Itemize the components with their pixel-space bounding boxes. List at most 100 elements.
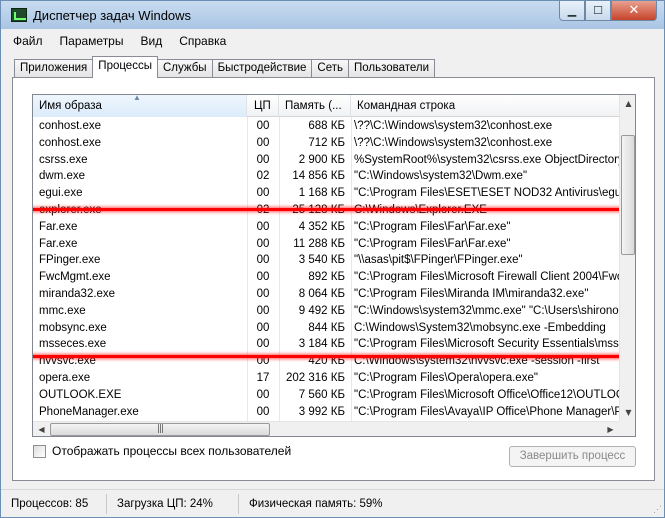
process-row[interactable]: mobsync.exe 00 844 КБ C:\Windows\System32\m… bbox=[33, 320, 619, 337]
process-cpu: 00 bbox=[256, 220, 270, 233]
process-cpu: 00 bbox=[256, 288, 270, 300]
process-cpu: 00 bbox=[256, 120, 270, 132]
process-command-line: "\\asas\pit$\FPinger\FPinger.exe" bbox=[354, 254, 523, 267]
process-name: csrss.exe bbox=[39, 153, 88, 166]
column-header-memory[interactable]: Память (... bbox=[279, 95, 351, 117]
tab-services[interactable]: Службы bbox=[156, 59, 213, 78]
show-all-users-toggle[interactable]: Отображать процессы всех пользователей bbox=[33, 444, 291, 458]
process-row[interactable]: OUTLOOK.EXE 00 7 560 КБ "C:\Program Files\M… bbox=[33, 387, 619, 404]
process-row[interactable]: dwm.exe 02 14 856 КБ "C:\Windows\system32\D… bbox=[33, 168, 619, 185]
process-name: conhost.exe bbox=[39, 136, 102, 149]
process-name: OUTLOOK.EXE bbox=[39, 388, 122, 401]
process-row[interactable]: msseces.exe 00 3 184 КБ "C:\Program Files\M… bbox=[33, 336, 619, 353]
process-name: conhost.exe bbox=[39, 120, 102, 132]
process-memory: 202 316 КБ bbox=[285, 372, 345, 384]
menu-view[interactable]: Вид bbox=[140, 34, 162, 48]
process-memory: 1 168 КБ bbox=[298, 187, 345, 200]
menu-bar: Файл Параметры Вид Справка bbox=[7, 31, 237, 51]
close-button[interactable]: ✕ bbox=[611, 1, 657, 21]
process-memory: 8 064 КБ bbox=[298, 288, 345, 300]
process-command-line: \??\C:\Windows\system32\conhost.exe bbox=[354, 136, 553, 149]
process-row[interactable]: mmc.exe 00 9 492 КБ "C:\Windows\system32\mm… bbox=[33, 303, 619, 320]
process-command-line: "C:\Program Files\Miranda IM\miranda32.e… bbox=[354, 288, 589, 300]
end-process-button[interactable]: Завершить процесс bbox=[509, 446, 636, 467]
tab-processes[interactable]: Процессы bbox=[92, 56, 158, 78]
process-row[interactable]: PhoneManager.exe 00 3 992 КБ "C:\Program Fi… bbox=[33, 404, 619, 421]
process-command-line: "C:\Program Files\Microsoft Firewall Cli… bbox=[354, 271, 619, 284]
process-command-line: "C:\Windows\system32\mmc.exe" "C:\Users\… bbox=[354, 304, 619, 317]
process-memory: 3 992 КБ bbox=[298, 405, 345, 418]
process-command-line: "C:\Program Files\Far\Far.exe" bbox=[354, 220, 511, 233]
process-command-line: \??\C:\Windows\system32\conhost.exe bbox=[354, 120, 553, 132]
task-manager-window: Диспетчер задач Windows ▁ ☐ ✕ Файл Парам… bbox=[0, 0, 665, 518]
resize-grip-icon[interactable]: ⋰ bbox=[653, 504, 662, 515]
tab-users[interactable]: Пользователи bbox=[348, 59, 436, 78]
column-header-cpu[interactable]: ЦП bbox=[247, 95, 279, 117]
process-memory: 3 540 КБ bbox=[298, 254, 345, 267]
column-header-image-name[interactable]: ▲ Имя образа bbox=[33, 95, 247, 117]
process-cpu: 00 bbox=[256, 271, 270, 284]
process-memory: 11 288 КБ bbox=[293, 237, 345, 250]
horizontal-scrollbar[interactable]: ◀ ||| ▶ bbox=[33, 421, 619, 436]
task-manager-app-icon bbox=[11, 8, 27, 22]
process-row[interactable]: miranda32.exe 00 8 064 КБ "C:\Program Files… bbox=[33, 286, 619, 303]
scroll-down-arrow-icon[interactable]: ▼ bbox=[620, 404, 635, 421]
process-memory: 9 492 КБ bbox=[298, 304, 345, 317]
maximize-button[interactable]: ☐ bbox=[585, 1, 611, 21]
process-row[interactable]: opera.exe 17 202 316 КБ "C:\Program Files\O… bbox=[33, 370, 619, 387]
process-name: FwcMgmt.exe bbox=[39, 271, 111, 284]
process-name: mobsync.exe bbox=[39, 321, 107, 334]
process-command-line: "C:\Program Files\Opera\opera.exe" bbox=[354, 372, 538, 384]
process-command-line: "C:\Program Files\Microsoft Security Ess… bbox=[354, 338, 619, 351]
vertical-scroll-thumb[interactable] bbox=[621, 135, 635, 255]
horizontal-scroll-thumb[interactable]: ||| bbox=[50, 423, 270, 436]
process-cpu: 00 bbox=[256, 388, 270, 401]
status-bar: Процессов: 85 Загрузка ЦП: 24% Физическа… bbox=[1, 489, 664, 517]
tab-applications[interactable]: Приложения bbox=[14, 59, 94, 78]
process-row[interactable]: csrss.exe 00 2 900 КБ %SystemRoot%\system32… bbox=[33, 152, 619, 169]
show-all-users-checkbox[interactable] bbox=[33, 444, 46, 458]
process-row[interactable]: Far.exe 00 4 352 КБ "C:\Program Files\Far\F… bbox=[33, 219, 619, 236]
process-rows: conhost.exe 00 688 КБ \??\C:\Windows\system… bbox=[33, 117, 619, 421]
scroll-corner bbox=[619, 421, 635, 436]
process-command-line: "C:\Program Files\Microsoft Office\Offic… bbox=[354, 388, 619, 401]
process-cpu: 00 bbox=[256, 405, 270, 418]
process-name: Far.exe bbox=[39, 237, 78, 250]
process-row[interactable]: Far.exe 00 11 288 КБ "C:\Program Files\Far\… bbox=[33, 236, 619, 253]
maximize-icon: ☐ bbox=[593, 4, 603, 17]
process-name: opera.exe bbox=[39, 372, 91, 384]
process-row[interactable]: egui.exe 00 1 168 КБ "C:\Program Files\ESET… bbox=[33, 185, 619, 202]
column-header-command-line[interactable]: Командная строка bbox=[351, 95, 619, 117]
process-row[interactable]: FwcMgmt.exe 00 892 КБ "C:\Program Files\Mic… bbox=[33, 269, 619, 286]
scroll-up-arrow-icon[interactable]: ▲ bbox=[620, 95, 635, 112]
minimize-button[interactable]: ▁ bbox=[559, 1, 585, 21]
tab-network[interactable]: Сеть bbox=[311, 59, 349, 78]
process-cpu: 00 bbox=[256, 304, 270, 317]
menu-options[interactable]: Параметры bbox=[60, 34, 124, 48]
title-bar[interactable]: Диспетчер задач Windows ▁ ☐ ✕ bbox=[1, 1, 664, 29]
tab-performance[interactable]: Быстродействие bbox=[211, 59, 313, 78]
process-name: PhoneManager.exe bbox=[39, 405, 139, 418]
close-icon: ✕ bbox=[628, 3, 640, 18]
process-cpu: 00 bbox=[256, 136, 270, 149]
scroll-left-arrow-icon[interactable]: ◀ bbox=[33, 422, 50, 436]
process-memory: 2 900 КБ bbox=[298, 153, 345, 166]
process-row[interactable]: conhost.exe 00 688 КБ \??\C:\Windows\system… bbox=[33, 118, 619, 135]
process-cpu: 02 bbox=[256, 170, 270, 183]
process-memory: 14 856 КБ bbox=[292, 170, 345, 183]
sort-ascending-icon: ▲ bbox=[133, 95, 141, 102]
process-list[interactable]: ▲ Имя образа ЦП Память (... Командная ст… bbox=[32, 94, 636, 437]
process-command-line: %SystemRoot%\system32\csrss.exe ObjectDi… bbox=[354, 153, 619, 166]
process-row[interactable]: conhost.exe 00 712 КБ \??\C:\Windows\system… bbox=[33, 135, 619, 152]
red-highlight-line-msseces bbox=[33, 355, 625, 358]
process-cpu: 00 bbox=[256, 237, 270, 250]
process-name: egui.exe bbox=[39, 187, 83, 200]
vertical-scrollbar[interactable]: ▲ ▼ bbox=[619, 95, 635, 421]
scroll-right-arrow-icon[interactable]: ▶ bbox=[602, 422, 619, 436]
process-command-line: "C:\Program Files\Avaya\IP Office\Phone … bbox=[354, 405, 619, 418]
menu-help[interactable]: Справка bbox=[179, 34, 226, 48]
process-cpu: 17 bbox=[256, 372, 270, 384]
menu-file[interactable]: Файл bbox=[13, 34, 43, 48]
process-cpu: 00 bbox=[256, 338, 270, 351]
process-row[interactable]: FPinger.exe 00 3 540 КБ "\\asas\pit$\FPinge… bbox=[33, 252, 619, 269]
